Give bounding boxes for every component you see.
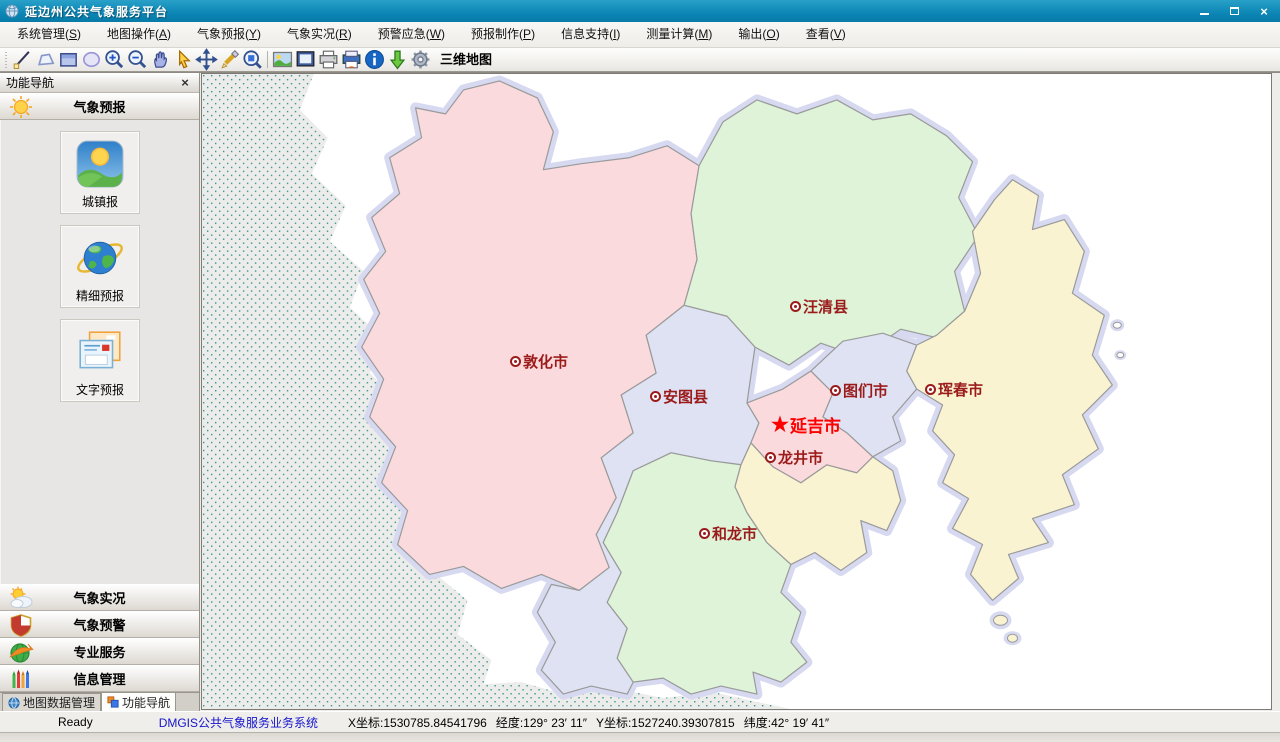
maximize-button[interactable] [1226, 4, 1242, 18]
text-forecast-icon [75, 327, 125, 377]
fine-forecast-label: 精细预报 [61, 287, 139, 304]
menu-bar: 系统管理(S)地图操作(A)气象预报(Y)气象实况(R)预警应急(W)预报制作(… [0, 22, 1280, 48]
menu-item-S[interactable]: 系统管理(S) [4, 22, 94, 47]
sidebar-panel: 功能导航 × 气象预报 [0, 73, 200, 711]
county-regions [362, 81, 1113, 694]
fine-forecast-globe-icon [75, 233, 125, 283]
menu-item-V[interactable]: 查看(V) [793, 22, 859, 47]
island [1113, 322, 1121, 328]
close-button[interactable]: × [1256, 4, 1272, 18]
sun-cloud-icon [8, 586, 34, 610]
map-data-globe-icon [8, 697, 20, 709]
export-image-icon[interactable] [271, 49, 294, 70]
status-x-coordinate: X坐标:1530785.84541796 [348, 714, 487, 731]
sidebar-title: 功能导航 [6, 74, 54, 91]
toolbar-separator [267, 51, 268, 68]
text-forecast-button[interactable]: 文字预报 [60, 319, 140, 402]
status-y-coordinate: Y坐标:1527240.39307815 [596, 714, 735, 731]
title-bar: 延边州公共气象服务平台 × [0, 0, 1280, 22]
town-forecast-label: 城镇报 [61, 193, 139, 210]
forecast-buttons-area: 城镇报 精细预报 [0, 120, 199, 584]
section-weather-live[interactable]: 气象实况 [0, 584, 199, 611]
paint-tool-icon[interactable] [218, 49, 241, 70]
town-forecast-icon [75, 139, 125, 189]
print-color-icon[interactable] [340, 49, 363, 70]
menu-item-I[interactable]: 信息支持(I) [548, 22, 633, 47]
window-view-icon[interactable] [294, 49, 317, 70]
tool-bar: 三维地图 [0, 48, 1280, 72]
island [1007, 634, 1017, 642]
move-tool-icon[interactable] [195, 49, 218, 70]
sun-icon [8, 95, 34, 119]
menu-item-P[interactable]: 预报制作(P) [458, 22, 548, 47]
island [1117, 353, 1124, 358]
menu-item-R[interactable]: 气象实况(R) [274, 22, 365, 47]
window-bottom-edge [0, 732, 1280, 742]
section-professional-services[interactable]: 专业服务 [0, 638, 199, 665]
window-title: 延边州公共气象服务平台 [25, 3, 168, 20]
globe-arrow-icon [8, 640, 34, 664]
app-logo-globe-icon [5, 4, 19, 18]
text-forecast-label: 文字预报 [61, 381, 139, 398]
tab-label: 功能导航 [122, 694, 170, 711]
pencils-icon [8, 667, 34, 691]
section-weather-forecast[interactable]: 气象预报 [0, 93, 199, 120]
island [994, 615, 1008, 625]
status-bar: Ready DMGIS公共气象服务业务系统 X坐标:1530785.845417… [0, 711, 1280, 732]
locate-down-icon[interactable] [386, 49, 409, 70]
town-forecast-button[interactable]: 城镇报 [60, 131, 140, 214]
menu-item-W[interactable]: 预警应急(W) [365, 22, 458, 47]
menu-item-A[interactable]: 地图操作(A) [94, 22, 184, 47]
fine-forecast-button[interactable]: 精细预报 [60, 225, 140, 308]
nav-window-icon [107, 696, 119, 708]
tab-label: 地图数据管理 [23, 694, 95, 711]
info-icon[interactable] [363, 49, 386, 70]
zoom-out-tool-icon[interactable] [126, 49, 149, 70]
print-icon[interactable] [317, 49, 340, 70]
rectangle-tool-icon[interactable] [57, 49, 80, 70]
section-information-management[interactable]: 信息管理 [0, 665, 199, 692]
toolbar-grip [4, 52, 9, 68]
sidebar-close-icon[interactable]: × [177, 75, 193, 91]
map-frame: 敦化市安图县汪清县图们市珲春市★延吉市龙井市和龙市 [200, 73, 1280, 711]
base-map[interactable] [202, 74, 1271, 709]
status-system-name: DMGIS公共气象服务业务系统 [159, 714, 318, 731]
tab-map-data-management[interactable]: 地图数据管理 [2, 693, 101, 711]
zoom-window-tool-icon[interactable] [241, 49, 264, 70]
pan-tool-icon[interactable] [149, 49, 172, 70]
ellipse-tool-icon[interactable] [80, 49, 103, 70]
select-tool-icon[interactable] [172, 49, 195, 70]
shield-icon [8, 613, 34, 637]
settings-gear-icon[interactable] [409, 49, 432, 70]
polygon-tool-icon[interactable] [34, 49, 57, 70]
map-canvas[interactable]: 敦化市安图县汪清县图们市珲春市★延吉市龙井市和龙市 [201, 73, 1272, 710]
map-3d-button[interactable]: 三维地图 [436, 49, 496, 70]
zoom-in-tool-icon[interactable] [103, 49, 126, 70]
tab-function-navigation[interactable]: 功能导航 [101, 692, 176, 711]
line-tool-icon[interactable] [11, 49, 34, 70]
status-ready: Ready [58, 715, 93, 729]
status-longitude: 经度:129° 23′ 11″ [496, 714, 587, 731]
menu-item-Y[interactable]: 气象预报(Y) [184, 22, 274, 47]
menu-item-O[interactable]: 输出(O) [725, 22, 792, 47]
section-weather-warning[interactable]: 气象预警 [0, 611, 199, 638]
sidebar-tab-bar: 地图数据管理 功能导航 [0, 692, 199, 711]
minimize-button[interactable] [1196, 4, 1212, 18]
menu-item-M[interactable]: 测量计算(M) [633, 22, 725, 47]
status-latitude: 纬度:42° 19′ 41″ [744, 714, 829, 731]
